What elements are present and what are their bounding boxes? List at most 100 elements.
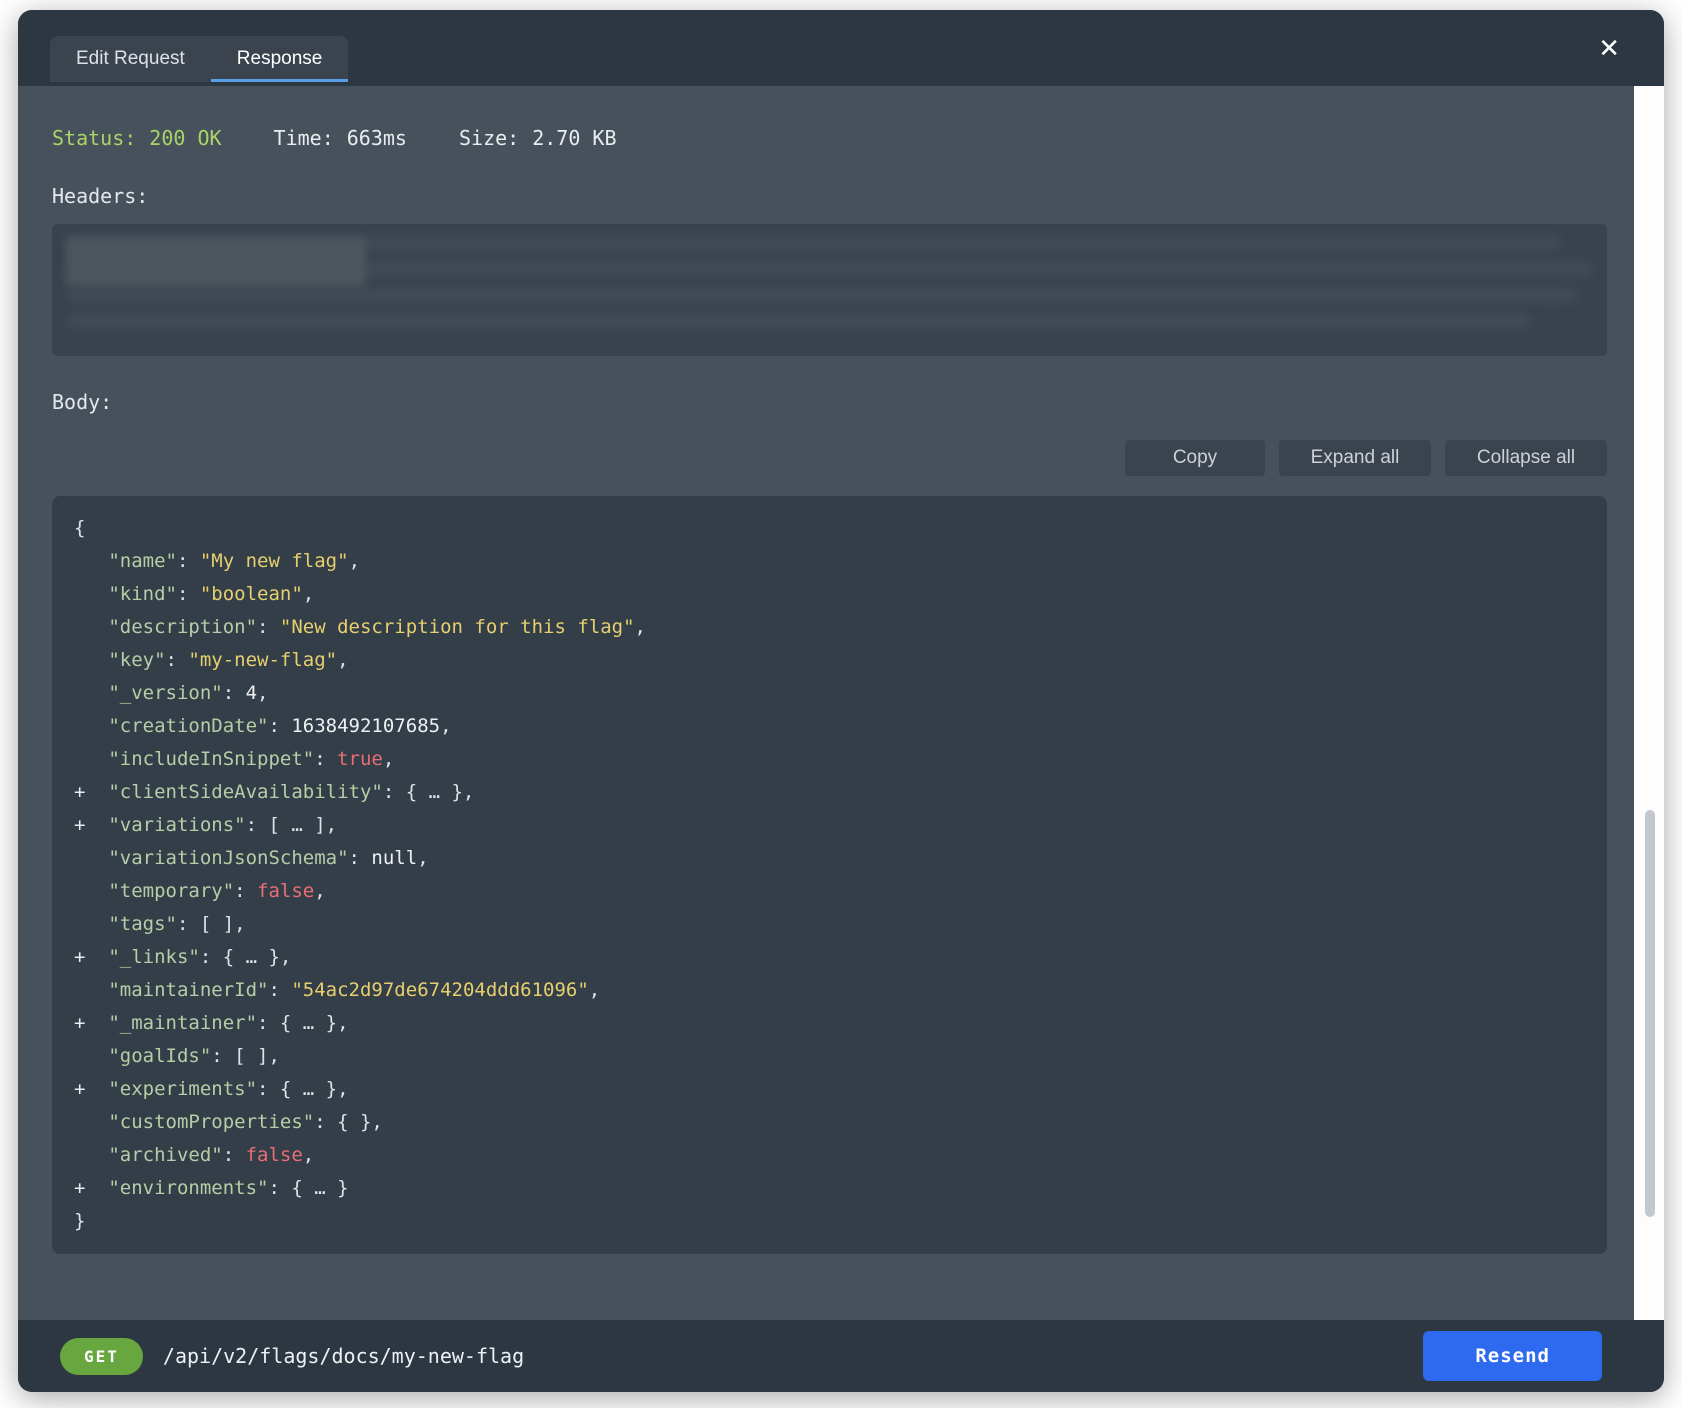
size-label: Size: (459, 126, 519, 150)
json-line: "archived": false, (74, 1139, 1585, 1172)
json-token: , (314, 880, 325, 902)
json-line: "includeInSnippet": true, (74, 743, 1585, 776)
expand-toggle-icon[interactable]: + (74, 1073, 108, 1106)
json-token: "boolean" (200, 583, 303, 605)
status-item: Status: 200 OK (52, 126, 222, 150)
json-line: "temporary": false, (74, 875, 1585, 908)
json-token: false (246, 1144, 303, 1166)
expand-toggle-icon[interactable]: + (74, 809, 108, 842)
json-token: "customProperties" (108, 1111, 314, 1133)
json-token: : { }, (314, 1111, 383, 1133)
json-token: , (303, 1144, 314, 1166)
status-label: Status: (52, 126, 136, 150)
json-token: true (337, 748, 383, 770)
json-token: : (223, 682, 246, 704)
expand-toggle-icon[interactable]: + (74, 1007, 108, 1040)
json-token: } (74, 1210, 85, 1232)
json-token: : (177, 550, 200, 572)
expand-toggle-icon[interactable]: + (74, 941, 108, 974)
json-token: false (257, 880, 314, 902)
body-label: Body: (52, 390, 1607, 414)
modal-footer: GET /api/v2/flags/docs/my-new-flag Resen… (18, 1320, 1664, 1392)
size-item: Size: 2.70 KB (459, 126, 617, 150)
json-line: "_version": 4, (74, 677, 1585, 710)
json-token: : (268, 715, 291, 737)
redacted-line (68, 314, 1530, 328)
json-token: "variations" (108, 814, 245, 836)
json-token: , (303, 583, 314, 605)
status-value: 200 OK (149, 126, 221, 150)
redacted-line (68, 288, 1576, 302)
json-token: "_maintainer" (108, 1012, 257, 1034)
http-method-badge: GET (60, 1338, 143, 1375)
size-value: 2.70 KB (532, 126, 616, 150)
json-token: : (234, 880, 257, 902)
body-toolbar: Copy Expand all Collapse all (52, 440, 1607, 476)
json-line: "kind": "boolean", (74, 578, 1585, 611)
json-token: "kind" (108, 583, 177, 605)
json-token: : [ ], (211, 1045, 280, 1067)
json-token: : { … }, (257, 1012, 349, 1034)
json-token: : { … }, (257, 1078, 349, 1100)
json-token: "_version" (108, 682, 222, 704)
json-token: "name" (108, 550, 177, 572)
json-token: "environments" (108, 1177, 268, 1199)
json-token: , (417, 847, 428, 869)
tabs: Edit RequestResponse (50, 36, 348, 82)
json-line: +"_links": { … }, (74, 941, 1585, 974)
json-token: , (635, 616, 646, 638)
json-token: , (337, 649, 348, 671)
tab-response[interactable]: Response (211, 36, 349, 82)
status-row: Status: 200 OK Time:663ms Size: 2.70 KB (52, 126, 1607, 150)
json-line: "goalIds": [ ], (74, 1040, 1585, 1073)
response-content: Status: 200 OK Time:663ms Size: 2.70 KB He… (18, 86, 1664, 1320)
collapse-all-button[interactable]: Collapse all (1445, 440, 1607, 476)
time-item: Time:663ms (274, 126, 407, 150)
response-modal: Edit RequestResponse ✕ Status: 200 OK Tim… (18, 10, 1664, 1392)
json-token: "_links" (108, 946, 200, 968)
json-token: 4 (246, 682, 257, 704)
json-token: "creationDate" (108, 715, 268, 737)
expand-all-button[interactable]: Expand all (1279, 440, 1431, 476)
json-token: : (257, 616, 280, 638)
json-token: "my-new-flag" (188, 649, 337, 671)
json-token: "description" (108, 616, 257, 638)
json-token: , (349, 550, 360, 572)
json-line: +"variations": [ … ], (74, 809, 1585, 842)
scrollbar-track[interactable] (1634, 86, 1664, 1320)
redacted-highlight (66, 238, 366, 286)
json-token: 1638492107685 (291, 715, 440, 737)
json-line: { (74, 512, 1585, 545)
json-token: : { … } (268, 1177, 348, 1199)
json-line: +"clientSideAvailability": { … }, (74, 776, 1585, 809)
json-token: , (383, 748, 394, 770)
json-token: { (74, 517, 85, 539)
expand-toggle-icon[interactable]: + (74, 1172, 108, 1205)
json-line: "customProperties": { }, (74, 1106, 1585, 1139)
json-token: : [ … ], (246, 814, 338, 836)
json-token: : { … }, (200, 946, 292, 968)
json-token: "temporary" (108, 880, 234, 902)
copy-button[interactable]: Copy (1125, 440, 1265, 476)
tab-edit-request[interactable]: Edit Request (50, 36, 211, 82)
json-token: "My new flag" (200, 550, 349, 572)
json-line: "variationJsonSchema": null, (74, 842, 1585, 875)
json-token: "54ac2d97de674204ddd61096" (291, 979, 588, 1001)
json-line: +"_maintainer": { … }, (74, 1007, 1585, 1040)
json-line: "tags": [ ], (74, 908, 1585, 941)
modal-topbar: Edit RequestResponse ✕ (18, 10, 1664, 86)
scrollbar-thumb[interactable] (1645, 810, 1655, 1217)
time-value: 663ms (347, 126, 407, 150)
json-token: : (166, 649, 189, 671)
json-body: {"name": "My new flag","kind": "boolean"… (52, 496, 1607, 1254)
json-token: : { … }, (383, 781, 475, 803)
close-icon[interactable]: ✕ (1598, 35, 1620, 61)
json-token: : (314, 748, 337, 770)
expand-toggle-icon[interactable]: + (74, 776, 108, 809)
json-token: "goalIds" (108, 1045, 211, 1067)
headers-box-redacted (52, 224, 1607, 356)
resend-button[interactable]: Resend (1423, 1331, 1602, 1381)
json-token: "clientSideAvailability" (108, 781, 383, 803)
json-line: "name": "My new flag", (74, 545, 1585, 578)
headers-label: Headers: (52, 184, 1607, 208)
